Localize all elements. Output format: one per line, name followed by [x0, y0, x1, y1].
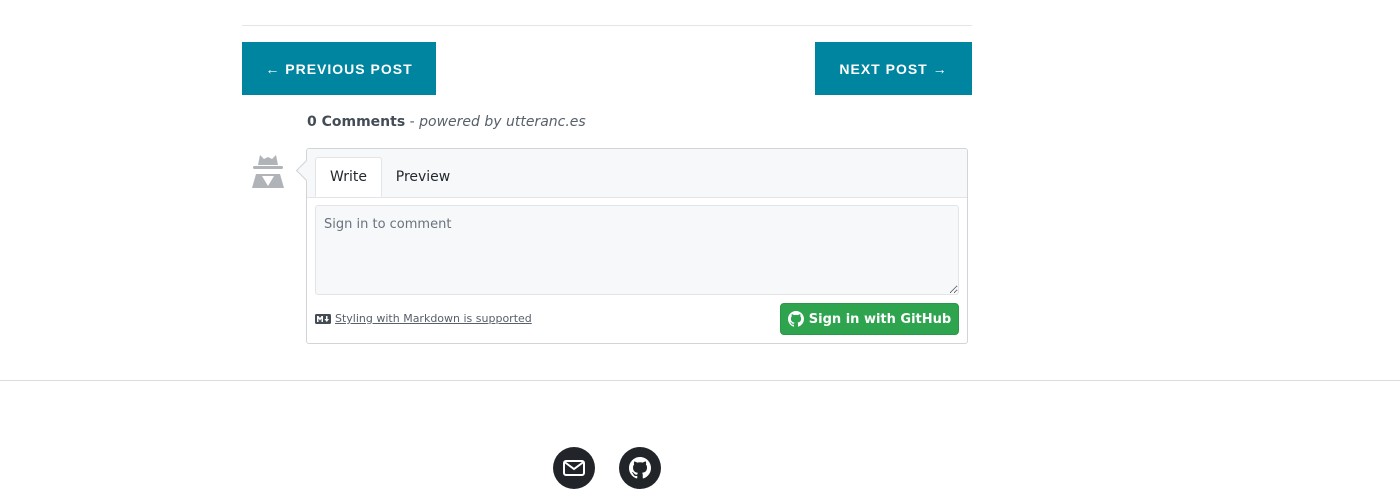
- previous-post-button[interactable]: ← PREVIOUS POST: [242, 42, 436, 95]
- footer-divider: [0, 380, 1400, 381]
- comment-input[interactable]: [315, 205, 959, 295]
- comment-editor: Write Preview Styling with Markdown is s…: [306, 148, 968, 344]
- previous-post-label: ← PREVIOUS POST: [265, 60, 413, 77]
- github-icon: [787, 311, 804, 327]
- tab-write-label: Write: [330, 169, 367, 185]
- email-link[interactable]: [553, 447, 595, 489]
- editor-tabbar: Write Preview: [307, 149, 967, 198]
- divider: [242, 25, 972, 26]
- next-post-button[interactable]: NEXT POST →: [815, 42, 972, 95]
- github-icon: [629, 457, 651, 479]
- markdown-help-link[interactable]: Styling with Markdown is supported: [315, 312, 532, 325]
- comments-separator: -: [405, 114, 420, 130]
- markdown-help-label: Styling with Markdown is supported: [335, 312, 532, 325]
- powered-by-text: powered by utteranc.es: [419, 114, 586, 130]
- page: ← PREVIOUS POST NEXT POST → 0 Comments -…: [0, 0, 1400, 500]
- sign-in-github-button[interactable]: Sign in with GitHub: [780, 303, 959, 335]
- github-link[interactable]: [619, 447, 661, 489]
- sign-in-label: Sign in with GitHub: [808, 311, 952, 327]
- tab-preview-label: Preview: [395, 169, 451, 185]
- tab-write[interactable]: Write: [315, 157, 382, 197]
- comments-header: 0 Comments - powered by utteranc.es: [307, 114, 586, 130]
- tab-preview[interactable]: Preview: [387, 157, 459, 197]
- anonymous-avatar-icon: [248, 152, 288, 190]
- email-icon: [563, 460, 585, 476]
- comment-count: 0 Comments: [307, 114, 406, 130]
- next-post-label: NEXT POST →: [839, 60, 948, 77]
- markdown-icon: [315, 313, 331, 324]
